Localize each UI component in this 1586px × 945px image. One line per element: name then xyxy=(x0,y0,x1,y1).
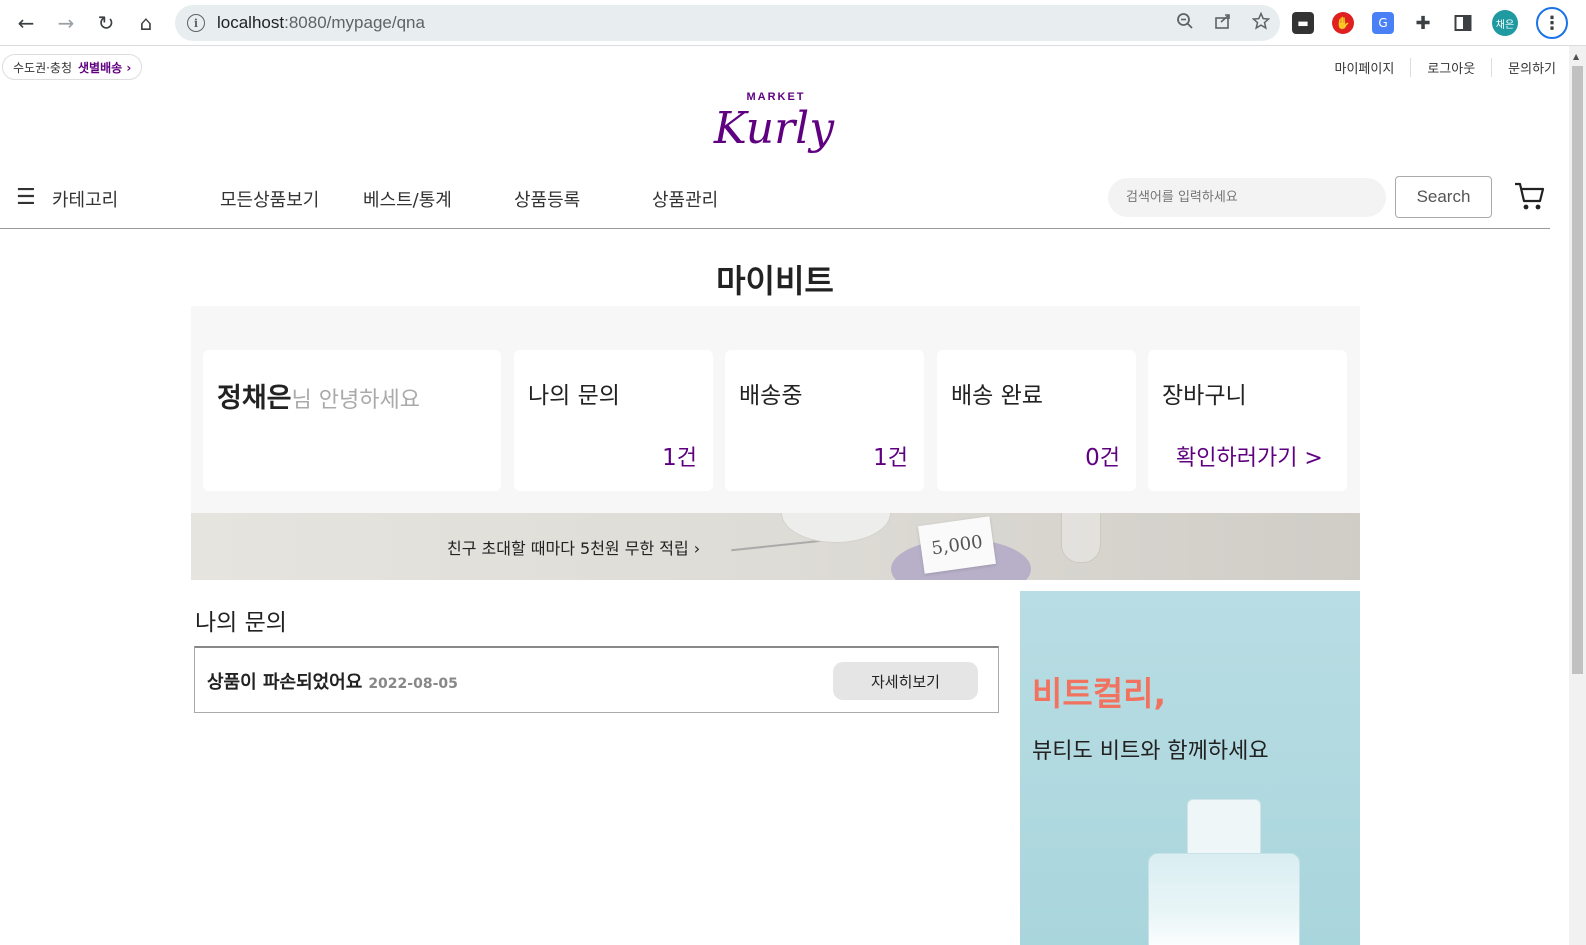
nav-best-stats[interactable]: 베스트/통계 xyxy=(363,186,452,212)
count-value: 0 xyxy=(1085,445,1100,471)
browser-menu-icon[interactable]: ⋮ xyxy=(1536,7,1568,39)
card-delivered[interactable]: 배송 완료 0건 xyxy=(937,350,1136,491)
count-unit: 건 xyxy=(1099,446,1120,471)
page-scrollbar[interactable]: ▲ xyxy=(1569,46,1586,945)
view-detail-button[interactable]: 자세히보기 xyxy=(833,662,978,700)
bottle-illustration xyxy=(1187,799,1261,859)
address-bar[interactable]: i localhost:8080/mypage/qna xyxy=(175,5,1280,41)
link-mypage[interactable]: 마이페이지 xyxy=(1319,58,1411,77)
banner-plate-illustration xyxy=(781,513,891,543)
beauty-ad-banner[interactable]: 비트컬리, 뷰티도 비트와 함께하세요 xyxy=(1020,591,1360,945)
url-host: localhost xyxy=(217,13,285,32)
invite-banner[interactable]: 5,000 친구 초대할 때마다 5천원 무한 적립 › xyxy=(191,513,1360,580)
ad-subtitle: 뷰티도 비트와 함께하세요 xyxy=(1032,739,1269,764)
qna-date: 2022-08-05 xyxy=(368,676,458,692)
banner-text: 친구 초대할 때마다 5천원 무한 적립 › xyxy=(447,539,701,558)
forward-icon[interactable]: → xyxy=(52,9,80,37)
count-unit: 건 xyxy=(887,446,908,471)
card-count: 1건 xyxy=(662,440,697,472)
banner-glass-illustration xyxy=(1061,513,1101,563)
home-icon[interactable]: ⌂ xyxy=(132,9,160,37)
share-icon[interactable] xyxy=(1214,12,1232,35)
url-path: :8080/mypage/qna xyxy=(284,13,425,32)
summary-panel: 정채은님 안녕하세요 나의 문의 1건 배송중 1건 배송 완료 0건 장바구니… xyxy=(191,306,1360,513)
banner-card: 5,000 xyxy=(918,516,996,574)
extensions-puzzle-icon[interactable]: ✚ xyxy=(1412,12,1434,34)
card-count: 1건 xyxy=(873,440,908,472)
count-value: 1 xyxy=(662,445,677,471)
page-title: 마이비트 xyxy=(716,262,834,300)
scrollbar-thumb[interactable] xyxy=(1572,66,1583,674)
card-shipping[interactable]: 배송중 1건 xyxy=(725,350,924,491)
cart-check-link[interactable]: 확인하러가기 > xyxy=(1176,440,1323,472)
link-logout[interactable]: 로그아웃 xyxy=(1410,58,1491,77)
card-title: 배송 완료 xyxy=(951,383,1043,409)
url-text: localhost:8080/mypage/qna xyxy=(217,13,425,33)
profile-avatar[interactable]: 채은 xyxy=(1492,10,1518,36)
card-cart[interactable]: 장바구니 확인하러가기 > xyxy=(1148,350,1347,491)
count-unit: 건 xyxy=(676,446,697,471)
hamburger-menu-icon[interactable]: ☰ xyxy=(16,185,36,210)
nav-product-register[interactable]: 상품등록 xyxy=(514,186,580,212)
qna-item-title: 상품이 파손되었어요 2022-08-05 xyxy=(207,668,458,694)
qna-section-title: 나의 문의 xyxy=(195,610,287,636)
delivery-region: 수도권·충청 xyxy=(13,60,73,75)
user-name: 정채은 xyxy=(217,383,292,414)
greeting-text: 님 안녕하세요 xyxy=(291,388,420,413)
count-value: 1 xyxy=(873,445,888,471)
extension-adblock-icon[interactable]: ✋ xyxy=(1332,12,1354,34)
card-title: 장바구니 xyxy=(1162,383,1247,409)
kurly-logo[interactable]: MARKET Kurly xyxy=(712,85,837,160)
bookmark-star-icon[interactable] xyxy=(1251,11,1271,35)
browser-toolbar: ← → ↻ ⌂ i localhost:8080/mypage/qna ▬ ✋ … xyxy=(0,0,1586,46)
scroll-up-icon[interactable]: ▲ xyxy=(1573,52,1579,61)
logo-market-text: MARKET xyxy=(746,91,805,103)
greeting-card: 정채은님 안녕하세요 xyxy=(203,350,501,491)
card-title: 배송중 xyxy=(739,383,803,409)
nav-product-manage[interactable]: 상품관리 xyxy=(652,186,718,212)
delivery-type: 샛별배송 › xyxy=(78,60,132,75)
card-count: 0건 xyxy=(1085,440,1120,472)
nav-all-products[interactable]: 모든상품보기 xyxy=(220,186,319,212)
top-links: 마이페이지 로그아웃 문의하기 xyxy=(1319,58,1556,77)
extension-mask-icon[interactable]: ▬ xyxy=(1292,12,1314,34)
card-my-inquiry[interactable]: 나의 문의 1건 xyxy=(514,350,713,491)
zoom-icon[interactable] xyxy=(1176,12,1194,35)
bottle-illustration xyxy=(1148,853,1300,945)
delivery-badge[interactable]: 수도권·충청 샛별배송 › xyxy=(2,54,143,80)
back-icon[interactable]: ← xyxy=(12,9,40,37)
ad-title: 비트컬리, xyxy=(1032,674,1166,713)
extension-translate-icon[interactable]: G xyxy=(1372,12,1394,34)
cart-icon[interactable] xyxy=(1513,180,1545,216)
site-info-icon[interactable]: i xyxy=(187,14,205,32)
card-title: 나의 문의 xyxy=(528,383,620,409)
category-menu[interactable]: 카테고리 xyxy=(52,186,118,212)
qna-list: 상품이 파손되었어요 2022-08-05 자세히보기 xyxy=(194,646,999,713)
logo-kurly-text: Kurly xyxy=(713,103,835,154)
qna-title-text: 상품이 파손되었어요 xyxy=(207,672,363,693)
side-panel-icon[interactable] xyxy=(1452,12,1474,34)
search-input[interactable] xyxy=(1108,178,1386,217)
reload-icon[interactable]: ↻ xyxy=(92,9,120,37)
global-nav: ☰ 카테고리 모든상품보기 베스트/통계 상품등록 상품관리 Search xyxy=(0,172,1550,229)
search-button[interactable]: Search xyxy=(1395,176,1492,218)
link-inquiry[interactable]: 문의하기 xyxy=(1491,58,1556,77)
